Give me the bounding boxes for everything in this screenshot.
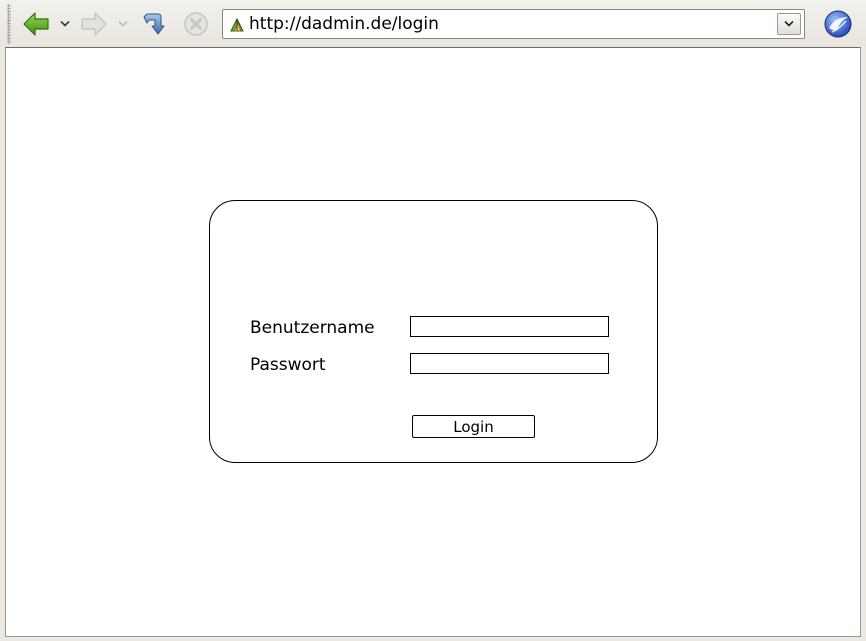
- back-history-dropdown[interactable]: [58, 14, 72, 34]
- site-favicon-icon: [230, 17, 244, 32]
- address-bar[interactable]: [222, 9, 805, 39]
- forward-arrow-icon: [81, 12, 107, 36]
- stop-button[interactable]: [180, 8, 212, 40]
- stop-icon: [184, 12, 208, 36]
- username-input[interactable]: [410, 316, 609, 337]
- url-history-dropdown[interactable]: [777, 13, 801, 35]
- forward-button[interactable]: [78, 8, 110, 40]
- forward-history-dropdown[interactable]: [116, 14, 130, 34]
- login-panel: Benutzername Passwort Login: [209, 200, 658, 463]
- browser-logo-icon[interactable]: [823, 9, 853, 39]
- password-input[interactable]: [410, 353, 609, 374]
- chevron-down-icon: [784, 20, 794, 27]
- toolbar-grip-handle[interactable]: [7, 4, 11, 44]
- username-label: Benutzername: [250, 318, 375, 338]
- password-label: Passwort: [250, 355, 326, 375]
- login-button[interactable]: Login: [412, 415, 535, 438]
- back-button[interactable]: [20, 8, 52, 40]
- chevron-down-icon: [118, 20, 128, 27]
- reload-icon: [143, 13, 165, 35]
- chevron-down-icon: [60, 20, 70, 27]
- back-arrow-icon: [23, 12, 49, 36]
- page-viewport: Benutzername Passwort Login: [5, 47, 861, 637]
- browser-window: Benutzername Passwort Login: [0, 0, 866, 641]
- reload-button[interactable]: [137, 8, 169, 40]
- url-input[interactable]: [249, 11, 769, 37]
- navigation-toolbar: [0, 0, 866, 47]
